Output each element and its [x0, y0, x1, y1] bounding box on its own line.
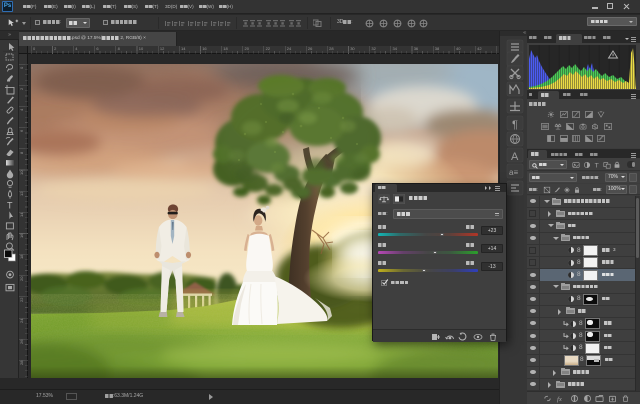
svg-text:¶: ¶ [512, 119, 518, 131]
svg-text:fx: fx [557, 396, 562, 403]
svg-text:a≡: a≡ [509, 168, 518, 177]
svg-text:T: T [7, 201, 13, 211]
svg-text:A: A [511, 151, 519, 163]
svg-text:T: T [595, 163, 599, 169]
